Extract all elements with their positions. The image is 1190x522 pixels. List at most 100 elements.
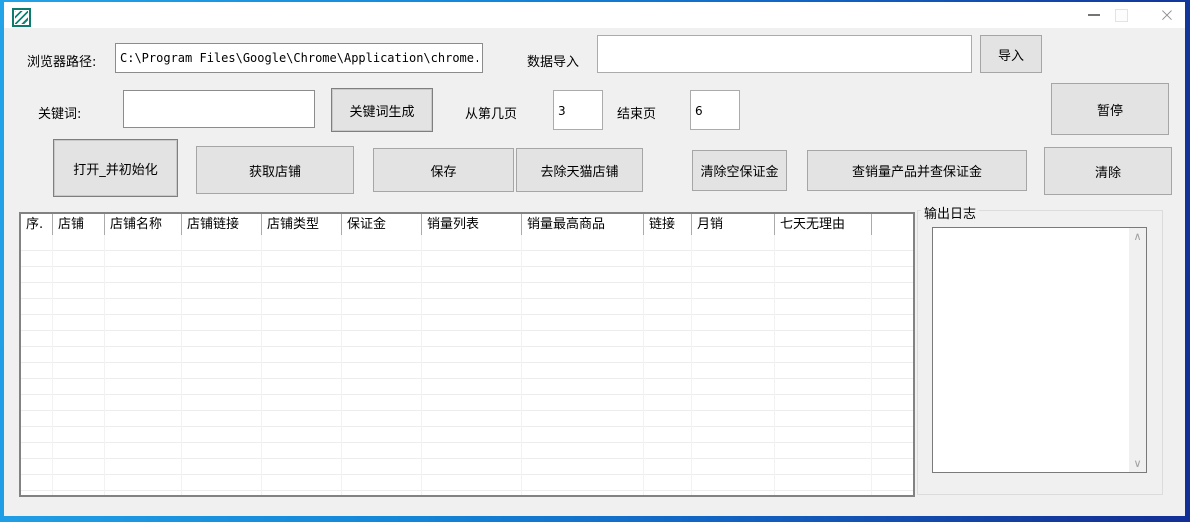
column-header-6[interactable]: 保证金 [342, 214, 422, 235]
table-cell [775, 347, 872, 363]
column-header-9[interactable]: 链接 [644, 214, 692, 235]
shop-table[interactable]: 序.店铺店铺名称店铺链接店铺类型保证金销量列表销量最高商品链接月销七天无理由 [19, 212, 915, 497]
table-cell [21, 363, 53, 379]
table-cell [522, 363, 644, 379]
table-row [21, 475, 913, 491]
app-window: × 浏览器路径: 数据导入 导入 关键词: 关键词生成 从第几页 结束页 暂停 … [0, 0, 1190, 522]
table-cell [262, 235, 342, 251]
table-cell [105, 443, 182, 459]
table-cell [182, 491, 262, 497]
table-cell [644, 267, 692, 283]
table-cell [342, 331, 422, 347]
column-header-11[interactable]: 七天无理由 [775, 214, 872, 235]
query-sales-deposit-button[interactable]: 查销量产品并查保证金 [807, 150, 1027, 191]
column-header-10[interactable]: 月销 [692, 214, 775, 235]
table-row [21, 347, 913, 363]
table-cell [692, 315, 775, 331]
open-init-button[interactable]: 打开_并初始化 [53, 139, 178, 197]
table-cell [422, 347, 522, 363]
column-header-7[interactable]: 销量列表 [422, 214, 522, 235]
table-cell [692, 459, 775, 475]
table-row [21, 363, 913, 379]
table-cell [522, 347, 644, 363]
table-cell [182, 411, 262, 427]
table-cell [522, 395, 644, 411]
table-cell [21, 267, 53, 283]
table-cell [182, 395, 262, 411]
column-header-3[interactable]: 店铺名称 [105, 214, 182, 235]
table-cell [775, 267, 872, 283]
keyword-input[interactable] [123, 90, 315, 128]
table-cell [262, 411, 342, 427]
column-header-8[interactable]: 销量最高商品 [522, 214, 644, 235]
remove-tmall-button[interactable]: 去除天猫店铺 [516, 148, 643, 192]
table-cell [522, 491, 644, 497]
table-cell [342, 427, 422, 443]
column-header-1[interactable]: 序. [21, 214, 53, 235]
save-button[interactable]: 保存 [373, 148, 514, 192]
table-cell [262, 251, 342, 267]
table-cell [53, 251, 105, 267]
table-cell [422, 443, 522, 459]
table-cell [21, 283, 53, 299]
table-cell [21, 459, 53, 475]
table-cell-filler [872, 443, 913, 459]
end-page-input[interactable] [690, 90, 740, 130]
table-row [21, 395, 913, 411]
table-cell [775, 411, 872, 427]
table-cell [262, 331, 342, 347]
table-cell [182, 235, 262, 251]
from-page-input[interactable] [553, 90, 603, 130]
table-cell [692, 251, 775, 267]
browser-path-input[interactable] [115, 43, 483, 73]
table-cell [182, 347, 262, 363]
table-cell [262, 427, 342, 443]
table-cell [775, 443, 872, 459]
keyword-generate-button[interactable]: 关键词生成 [331, 88, 433, 132]
table-cell [21, 379, 53, 395]
table-cell [775, 379, 872, 395]
table-cell [692, 283, 775, 299]
table-cell-filler [872, 267, 913, 283]
table-cell [53, 235, 105, 251]
table-cell [53, 347, 105, 363]
table-cell [644, 235, 692, 251]
table-cell [422, 427, 522, 443]
table-cell [692, 395, 775, 411]
table-row [21, 315, 913, 331]
log-scrollbar[interactable]: ∧ ∨ [1129, 228, 1146, 472]
table-cell [522, 475, 644, 491]
keyword-label: 关键词: [38, 103, 81, 122]
table-cell [262, 395, 342, 411]
table-cell [342, 235, 422, 251]
get-shops-button[interactable]: 获取店铺 [196, 146, 354, 194]
table-cell [182, 283, 262, 299]
table-cell [53, 283, 105, 299]
column-header-4[interactable]: 店铺链接 [182, 214, 262, 235]
table-cell [53, 411, 105, 427]
table-cell [21, 491, 53, 497]
table-cell [105, 235, 182, 251]
table-cell [422, 251, 522, 267]
log-output[interactable]: ∧ ∨ [932, 227, 1147, 473]
table-cell [644, 395, 692, 411]
pause-button[interactable]: 暂停 [1051, 83, 1169, 135]
clear-button[interactable]: 清除 [1044, 147, 1172, 195]
table-cell [53, 459, 105, 475]
table-cell [644, 443, 692, 459]
data-import-input[interactable] [597, 35, 972, 73]
column-header-5[interactable]: 店铺类型 [262, 214, 342, 235]
scroll-down-icon[interactable]: ∨ [1129, 455, 1146, 472]
table-cell [262, 315, 342, 331]
import-button[interactable]: 导入 [980, 35, 1042, 73]
table-cell [644, 331, 692, 347]
table-cell [644, 427, 692, 443]
table-cell [105, 411, 182, 427]
table-cell [21, 395, 53, 411]
shop-table-body [21, 235, 913, 497]
table-cell [422, 235, 522, 251]
column-header-2[interactable]: 店铺 [53, 214, 105, 235]
clear-empty-deposit-button[interactable]: 清除空保证金 [692, 150, 787, 191]
scroll-up-icon[interactable]: ∧ [1129, 228, 1146, 245]
table-cell [53, 363, 105, 379]
